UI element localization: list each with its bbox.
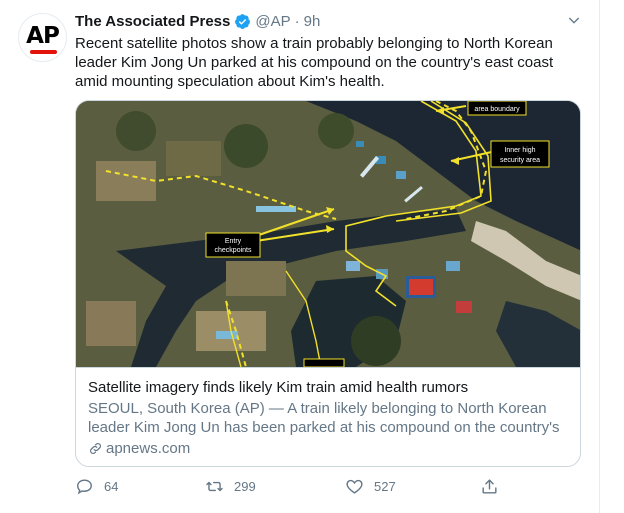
avatar-logo-bar <box>30 50 57 54</box>
handle[interactable]: @AP <box>255 13 290 30</box>
share-button[interactable] <box>480 477 509 496</box>
avatar[interactable]: AP <box>18 13 67 62</box>
label-entry-1: Entry <box>225 238 242 245</box>
card-title: Satellite imagery finds likely Kim train… <box>88 379 469 396</box>
tweet-content: The Associated Press @AP · 9h Recent sat… <box>75 10 590 467</box>
card-domain-text: apnews.com <box>106 440 191 457</box>
satellite-image[interactable]: area boundary Inner high security area E… <box>76 101 580 367</box>
tweet-frame: AP The Associated Press @AP · 9h Recent … <box>0 0 600 513</box>
like-button[interactable]: 527 <box>345 477 396 496</box>
like-count: 527 <box>374 479 396 494</box>
label-inner-2: security area <box>500 157 540 164</box>
card-description: SEOUL, South Korea (AP) — A train likely… <box>88 400 560 436</box>
retweet-icon <box>206 481 223 492</box>
tweet-text: Recent satellite photos show a train pro… <box>75 35 554 90</box>
reply-button[interactable]: 64 <box>75 477 118 496</box>
link-icon <box>90 443 101 454</box>
satellite-map-graphic: area boundary Inner high security area E… <box>76 101 580 367</box>
reply-count: 64 <box>104 479 119 494</box>
card-domain: apnews.com <box>88 439 570 458</box>
tweet-header: The Associated Press @AP · 9h <box>75 10 590 32</box>
card-body: Satellite imagery finds likely Kim train… <box>76 367 580 466</box>
chevron-down-icon[interactable] <box>566 12 582 28</box>
tweet-actions: 64 299 527 <box>75 477 515 501</box>
label-entry-2: checkpoints <box>215 247 252 254</box>
reply-icon <box>77 479 92 495</box>
label-area-boundary: area boundary <box>474 106 520 113</box>
separator-dot: · <box>294 12 300 30</box>
retweet-button[interactable]: 299 <box>205 477 256 496</box>
retweet-count: 299 <box>234 479 256 494</box>
share-icon <box>482 479 497 494</box>
link-card[interactable]: area boundary Inner high security area E… <box>75 100 581 467</box>
label-inner-1: Inner high <box>504 147 535 154</box>
avatar-logo-text: AP <box>26 23 60 49</box>
timestamp[interactable]: 9h <box>304 13 321 30</box>
heart-icon <box>346 479 363 494</box>
display-name[interactable]: The Associated Press <box>75 13 230 30</box>
verified-icon <box>235 13 251 29</box>
